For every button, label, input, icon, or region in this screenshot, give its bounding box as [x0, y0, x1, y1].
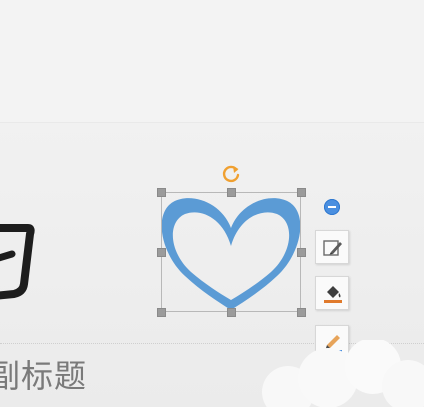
rotate-icon[interactable]: [220, 163, 242, 185]
shape-style-button[interactable]: [315, 230, 349, 264]
subtitle-placeholder[interactable]: 副标题: [0, 356, 87, 396]
title-placeholder-text[interactable]: [0, 218, 60, 308]
resize-handle-top-left[interactable]: [157, 188, 166, 197]
resize-handle-bottom[interactable]: [227, 308, 236, 317]
selection-frame: [161, 192, 301, 312]
decorative-cloud: [262, 340, 424, 407]
slide-top-region: [0, 0, 424, 122]
resize-handle-top[interactable]: [227, 188, 236, 197]
resize-handle-top-right[interactable]: [297, 188, 306, 197]
minus-icon[interactable]: [324, 199, 340, 215]
fill-bucket-icon: [324, 286, 342, 303]
slide-divider: [0, 122, 424, 123]
shape-style-icon: [323, 240, 342, 256]
fill-bucket-button[interactable]: [315, 276, 349, 310]
resize-handle-bottom-left[interactable]: [157, 308, 166, 317]
resize-handle-bottom-right[interactable]: [297, 308, 306, 317]
slide-canvas[interactable]: 副标题: [0, 0, 424, 407]
resize-handle-right[interactable]: [297, 248, 306, 257]
resize-handle-left[interactable]: [157, 248, 166, 257]
